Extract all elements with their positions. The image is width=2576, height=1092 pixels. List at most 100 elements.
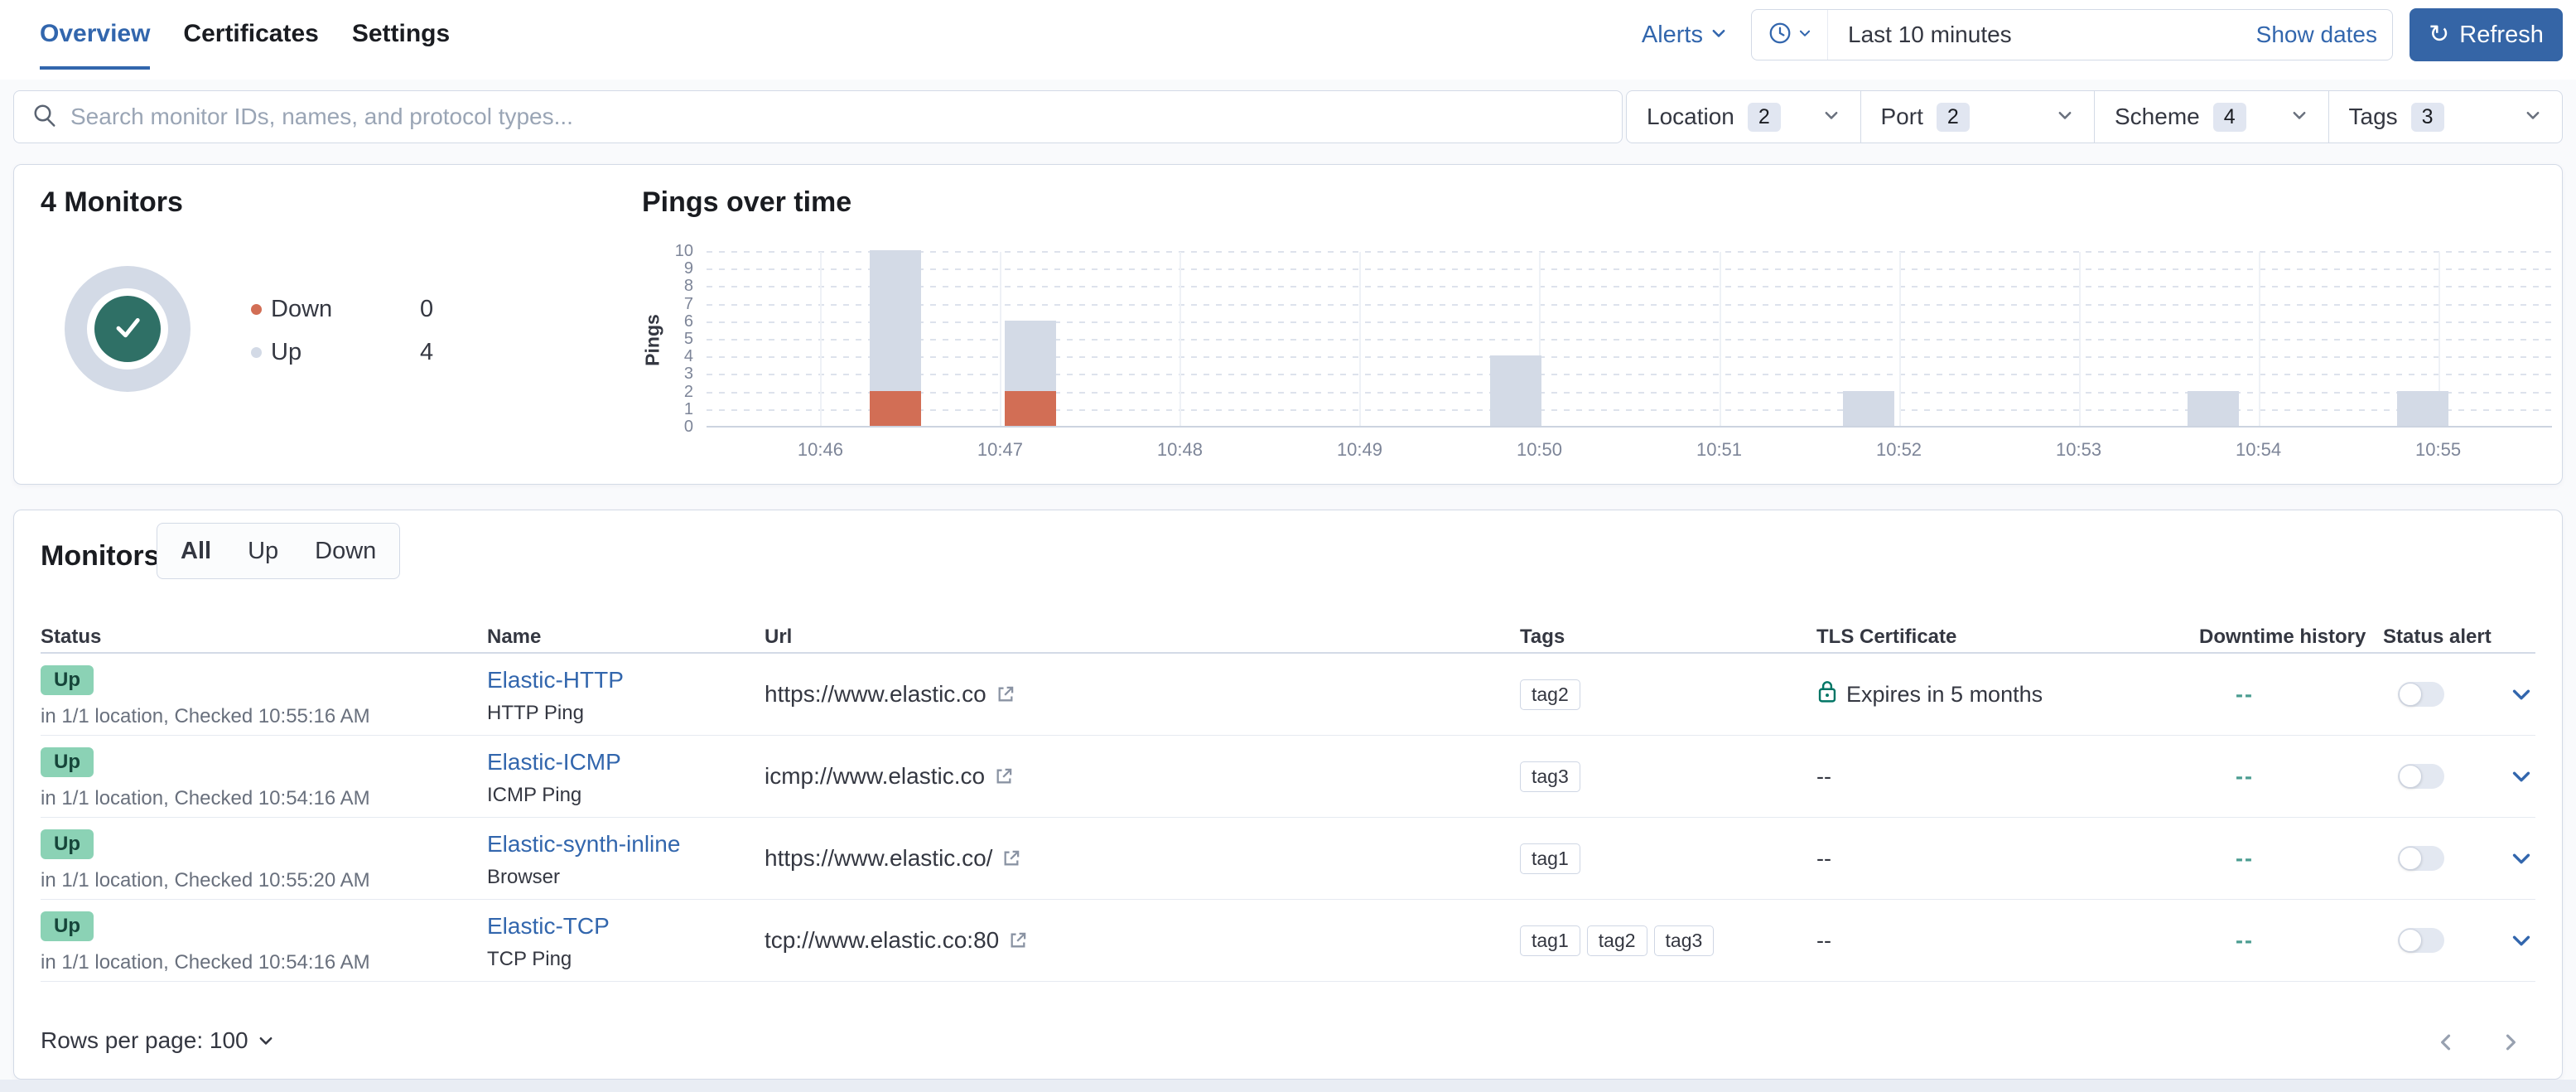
monitors-count-title: 4 Monitors bbox=[41, 186, 183, 218]
y-tick-label: 9 bbox=[683, 259, 693, 278]
gridline bbox=[707, 391, 2552, 394]
legend-dot bbox=[251, 304, 262, 315]
name-cell: Elastic-TCP TCP Ping bbox=[487, 900, 765, 971]
expand-row-button[interactable] bbox=[2509, 928, 2534, 953]
chevron-down-icon bbox=[1710, 22, 1728, 49]
tab-overview[interactable]: Overview bbox=[40, 20, 151, 70]
status-filter-tabs: All Up Down bbox=[157, 523, 401, 579]
x-axis-tick-labels: 10:46 10:47 10:48 10:49 10:50 10:51 10:52 10:53… bbox=[707, 439, 2552, 462]
chevron-down-icon bbox=[2524, 106, 2542, 128]
y-tick-label: 10 bbox=[674, 242, 693, 260]
tab-certificates[interactable]: Certificates bbox=[183, 20, 318, 70]
x-tick-label: 10:55 bbox=[2415, 439, 2462, 460]
filter-port[interactable]: Port 2 bbox=[1861, 91, 2095, 143]
status-alert-cell bbox=[2383, 682, 2507, 707]
status-alert-toggle[interactable] bbox=[2398, 682, 2444, 707]
alerts-dropdown[interactable]: Alerts bbox=[1642, 22, 1728, 49]
y-tick-label: 4 bbox=[683, 347, 693, 366]
pagination-prev-button[interactable] bbox=[2429, 1026, 2463, 1059]
quick-select-button[interactable] bbox=[1752, 10, 1828, 60]
downtime-history-value: -- bbox=[2236, 681, 2254, 707]
filter-scheme[interactable]: Scheme 4 bbox=[2095, 91, 2329, 143]
monitor-name-link[interactable]: Elastic-synth-inline bbox=[487, 831, 680, 858]
toggle-knob bbox=[2399, 847, 2422, 870]
filter-tags[interactable]: Tags 3 bbox=[2329, 91, 2563, 143]
legend-label: Up bbox=[271, 339, 302, 365]
x-tick-label: 10:50 bbox=[1516, 439, 1563, 460]
status-alert-toggle[interactable] bbox=[2398, 764, 2444, 789]
show-dates-button[interactable]: Show dates bbox=[2256, 22, 2392, 48]
ping-bar bbox=[2188, 390, 2240, 426]
tag-chip[interactable]: tag2 bbox=[1520, 679, 1580, 710]
status-cell: Up in 1/1 location, Checked 10:55:20 AM bbox=[41, 818, 487, 892]
status-alert-toggle[interactable] bbox=[2398, 928, 2444, 953]
column-header-downtime-history: Downtime history bbox=[2199, 626, 2366, 648]
column-header-tags: Tags bbox=[1520, 626, 1565, 648]
refresh-icon: ↻ bbox=[2429, 21, 2450, 48]
monitors-table: Status Name Url Tags TLS Certificate Downtime… bbox=[41, 626, 2535, 982]
status-cell: Up in 1/1 location, Checked 10:55:16 AM bbox=[41, 654, 487, 728]
monitor-name-link[interactable]: Elastic-HTTP bbox=[487, 667, 624, 693]
external-link-icon bbox=[1001, 848, 1022, 869]
name-cell: Elastic-ICMP ICMP Ping bbox=[487, 736, 765, 807]
external-link-icon bbox=[993, 766, 1015, 787]
status-tab-down[interactable]: Down bbox=[297, 538, 394, 565]
tag-chip[interactable]: tag3 bbox=[1520, 761, 1580, 792]
filter-count-badge: 2 bbox=[1936, 102, 1970, 132]
status-detail: in 1/1 location, Checked 10:54:16 AM bbox=[41, 787, 370, 809]
tag-chip[interactable]: tag3 bbox=[1653, 925, 1715, 956]
rows-per-page-label: Rows per page: 100 bbox=[41, 1027, 248, 1053]
ping-bar bbox=[869, 250, 921, 426]
rows-per-page-button[interactable]: Rows per page: 100 bbox=[41, 1027, 275, 1054]
monitor-name-link[interactable]: Elastic-ICMP bbox=[487, 749, 621, 776]
monitor-url-link[interactable]: https://www.elastic.co bbox=[765, 681, 987, 708]
toggle-knob bbox=[2399, 765, 2422, 788]
y-tick-label: 0 bbox=[683, 418, 693, 436]
status-tab-up[interactable]: Up bbox=[229, 538, 297, 565]
down-segment bbox=[1004, 390, 1056, 426]
tag-chip[interactable]: tag1 bbox=[1520, 843, 1580, 874]
monitor-name-link[interactable]: Elastic-TCP bbox=[487, 913, 610, 940]
expand-row-button[interactable] bbox=[2509, 764, 2534, 789]
up-segment bbox=[1489, 355, 1541, 426]
monitor-row: Up in 1/1 location, Checked 10:55:16 AM El… bbox=[41, 654, 2535, 736]
expand-row-button[interactable] bbox=[2509, 682, 2534, 707]
filter-location[interactable]: Location 2 bbox=[1627, 91, 1861, 143]
time-range-label[interactable]: Last 10 minutes bbox=[1828, 22, 2012, 48]
gridline bbox=[1359, 252, 1362, 426]
tag-chip[interactable]: tag1 bbox=[1520, 925, 1580, 956]
monitor-url-link[interactable]: https://www.elastic.co/ bbox=[765, 845, 992, 872]
pagination-next-button[interactable] bbox=[2494, 1026, 2527, 1059]
gridline bbox=[707, 339, 2552, 341]
search-input[interactable] bbox=[70, 104, 1604, 130]
legend-value: 0 bbox=[420, 296, 434, 322]
down-segment bbox=[869, 390, 921, 426]
tag-chip[interactable]: tag2 bbox=[1586, 925, 1647, 956]
status-badge: Up bbox=[41, 665, 94, 695]
refresh-button[interactable]: ↻ Refresh bbox=[2410, 8, 2563, 61]
downtime-history-cell: -- bbox=[2199, 928, 2383, 954]
tab-settings[interactable]: Settings bbox=[352, 20, 450, 70]
gridline bbox=[820, 252, 822, 426]
monitor-row: Up in 1/1 location, Checked 10:54:16 AM El… bbox=[41, 900, 2535, 982]
monitors-title: Monitors bbox=[41, 540, 160, 572]
legend-dot bbox=[251, 347, 262, 358]
y-tick-label: 8 bbox=[683, 277, 693, 296]
up-segment bbox=[1004, 320, 1056, 391]
expand-row-button[interactable] bbox=[2509, 846, 2534, 871]
monitor-type: ICMP Ping bbox=[487, 784, 582, 806]
monitor-row: Up in 1/1 location, Checked 10:54:16 AM El… bbox=[41, 736, 2535, 818]
filter-label: Tags bbox=[2348, 104, 2398, 129]
status-tab-all[interactable]: All bbox=[162, 538, 229, 565]
status-alert-toggle[interactable] bbox=[2398, 846, 2444, 871]
monitor-url-link[interactable]: tcp://www.elastic.co:80 bbox=[765, 927, 999, 954]
column-header-url: Url bbox=[765, 626, 793, 648]
search-box bbox=[13, 90, 1623, 143]
x-tick-label: 10:47 bbox=[977, 439, 1023, 460]
y-tick-label: 2 bbox=[683, 382, 693, 401]
up-segment bbox=[2188, 390, 2240, 426]
monitor-url-link[interactable]: icmp://www.elastic.co bbox=[765, 763, 985, 790]
chevron-right-icon bbox=[2506, 1034, 2516, 1051]
gridline bbox=[707, 251, 2552, 253]
tags-cell: tag3 bbox=[1520, 761, 1816, 792]
